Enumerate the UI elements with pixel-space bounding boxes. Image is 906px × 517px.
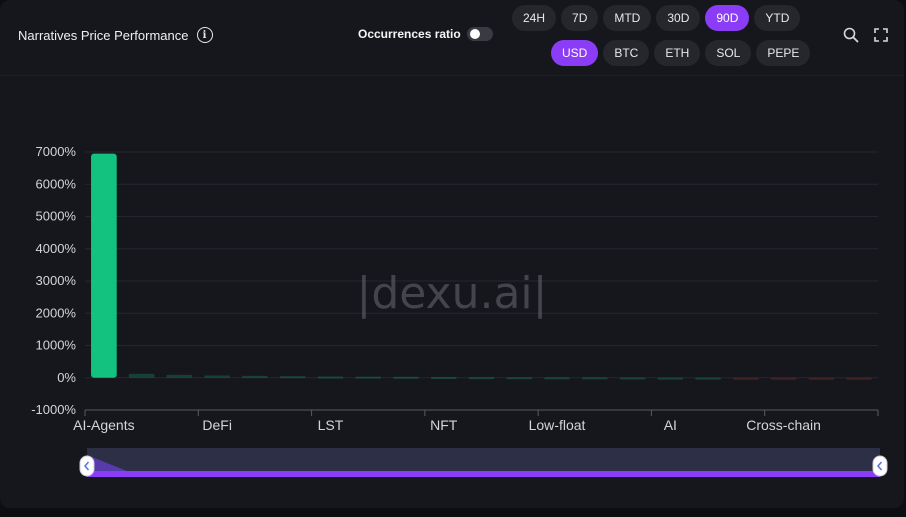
bar[interactable] (393, 376, 419, 379)
bar[interactable] (128, 373, 155, 378)
bar[interactable] (732, 377, 759, 380)
bar[interactable] (770, 377, 797, 380)
bar[interactable] (279, 376, 306, 379)
bar[interactable] (430, 376, 457, 379)
bar[interactable] (355, 376, 382, 379)
y-tick-label: 1000% (36, 338, 77, 353)
y-axis-ticks: 7000% 6000% 5000% 4000% 3000% 2000% 1000% 0% -10… (31, 144, 76, 417)
zoom-slider (79, 448, 888, 477)
y-tick-label: 3000% (36, 273, 77, 288)
x-tick-label: AI (664, 417, 677, 433)
x-tick-label: Low-float (529, 417, 586, 433)
x-axis: AI-Agents DeFi LST NFT Low-float AI Cross-chai… (73, 409, 879, 433)
bar[interactable] (657, 377, 684, 380)
y-tick-label: 5000% (36, 209, 77, 224)
x-tick-label: LST (318, 417, 344, 433)
bar[interactable] (204, 375, 231, 378)
y-tick-label: -1000% (31, 402, 76, 417)
x-tick-label: Cross-chain (746, 417, 821, 433)
zoom-handle-right[interactable] (872, 455, 888, 477)
x-tick-label: DeFi (202, 417, 232, 433)
bar[interactable] (166, 374, 193, 378)
bar[interactable] (506, 377, 533, 380)
y-tick-label: 2000% (36, 305, 77, 320)
bar[interactable] (91, 153, 117, 378)
x-tick-label: NFT (430, 417, 458, 433)
bar[interactable] (808, 377, 835, 380)
bar[interactable] (581, 377, 608, 380)
bar[interactable] (846, 377, 872, 380)
bar[interactable] (242, 375, 268, 378)
y-tick-label: 7000% (36, 144, 77, 159)
price-performance-chart: 7000% 6000% 5000% 4000% 3000% 2000% 1000% 0% -10… (31, 144, 888, 477)
watermark: |dexu.ai| (357, 268, 548, 319)
y-tick-label: 6000% (36, 176, 77, 191)
bar[interactable] (695, 377, 721, 380)
bar[interactable] (468, 377, 495, 380)
zoom-handle-left[interactable] (79, 455, 95, 477)
bar[interactable] (544, 377, 570, 380)
bar[interactable] (317, 376, 344, 379)
y-tick-label: 4000% (36, 241, 77, 256)
bar[interactable] (619, 377, 646, 380)
x-tick-label: AI-Agents (73, 417, 134, 433)
y-tick-label: 0% (57, 370, 76, 385)
zoom-selection-bar[interactable] (87, 471, 880, 477)
